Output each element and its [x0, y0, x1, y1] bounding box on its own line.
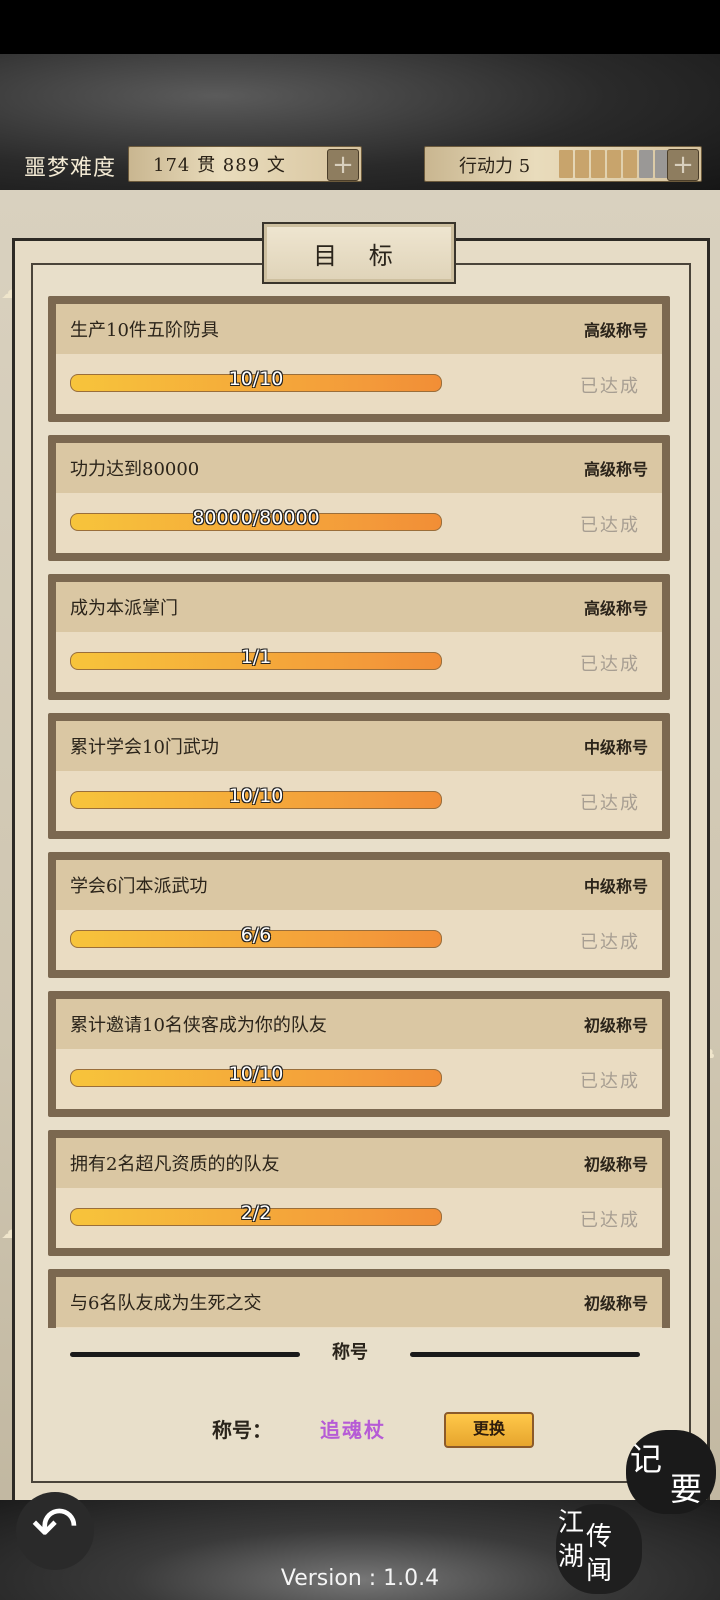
goal-reward-rank: 高级称号: [583, 460, 648, 479]
goal-card: 累计学会10门武功 中级称号 10/10 已达成: [48, 713, 670, 839]
panel-title-plate: 目 标: [262, 222, 456, 284]
goal-card-header: 累计邀请10名侠客成为你的队友 初级称号: [56, 999, 662, 1049]
action-pip: [639, 150, 653, 178]
goal-card-body: 功力达到80000 高级称号 80000/80000 已达成: [56, 443, 662, 553]
action-pip: [591, 150, 605, 178]
plus-icon: +: [332, 150, 354, 180]
goal-reward-rank: 高级称号: [583, 599, 648, 618]
goal-card-header: 功力达到80000 高级称号: [56, 443, 662, 493]
goal-reward-rank: 初级称号: [583, 1155, 648, 1174]
goal-list[interactable]: 生产10件五阶防具 高级称号 10/10 已达成 功力达到80000 高级称号 80000/…: [48, 296, 670, 1328]
back-arrow-icon: ↶: [31, 1495, 79, 1560]
title-label: 称号：: [212, 1418, 272, 1442]
jiyao-button[interactable]: 记 要: [626, 1430, 716, 1514]
current-title-value: 追魂杖: [320, 1418, 386, 1442]
goal-title: 学会6门本派武功: [70, 876, 208, 897]
goal-status: 已达成: [580, 654, 640, 675]
goal-title: 功力达到80000: [70, 459, 200, 480]
goal-reward-rank: 初级称号: [583, 1016, 648, 1035]
goal-card: 成为本派掌门 高级称号 1/1 已达成: [48, 574, 670, 700]
back-button[interactable]: ↶: [16, 1492, 94, 1570]
goal-card-body: 学会6门本派武功 中级称号 6/6 已达成: [56, 860, 662, 970]
goal-title: 与6名队友成为生死之交: [70, 1293, 262, 1314]
money-display: 174 贯 889 文 +: [128, 146, 362, 182]
goal-status: 已达成: [580, 932, 640, 953]
add-money-button[interactable]: +: [327, 149, 359, 181]
goal-progress-text: 2/2: [240, 1202, 272, 1224]
jiyao-char-1: 记: [630, 1440, 663, 1478]
title-section-header: 称号: [70, 1338, 640, 1368]
status-bar-area: [0, 0, 720, 54]
panel-title: 目 标: [313, 242, 405, 270]
current-title-row: 称号： 追魂杖 更换: [0, 1412, 720, 1452]
goal-progress-text: 80000/80000: [192, 507, 320, 529]
goal-status: 已达成: [580, 793, 640, 814]
action-points-display: 行动力 5 +: [424, 146, 702, 182]
change-title-button[interactable]: 更换: [444, 1412, 534, 1448]
goal-reward-rank: 中级称号: [583, 877, 648, 896]
action-pip: [607, 150, 621, 178]
version-text: Version : 1.0.4: [280, 1566, 440, 1591]
title-section-label: 称号: [332, 1342, 368, 1363]
plus-icon: +: [672, 150, 694, 180]
goal-status: 已达成: [580, 1071, 640, 1092]
goal-progress-text: 6/6: [240, 924, 272, 946]
goal-card-body: 与6名队友成为生死之交 初级称号: [56, 1277, 662, 1328]
goal-card: 功力达到80000 高级称号 80000/80000 已达成: [48, 435, 670, 561]
action-points-pips: [559, 150, 671, 178]
goal-title: 拥有2名超凡资质的的队友: [70, 1154, 280, 1175]
goal-status: 已达成: [580, 515, 640, 536]
action-pip: [623, 150, 637, 178]
goal-card-header: 与6名队友成为生死之交 初级称号: [56, 1277, 662, 1327]
goal-card-body: 成为本派掌门 高级称号 1/1 已达成: [56, 582, 662, 692]
goal-card-header: 生产10件五阶防具 高级称号: [56, 304, 662, 354]
goal-card-header: 拥有2名超凡资质的的队友 初级称号: [56, 1138, 662, 1188]
action-pip: [559, 150, 573, 178]
goal-card-body: 累计邀请10名侠客成为你的队友 初级称号 10/10 已达成: [56, 999, 662, 1109]
brush-divider: [70, 1352, 300, 1357]
action-pip: [575, 150, 589, 178]
goal-reward-rank: 初级称号: [583, 1294, 648, 1313]
difficulty-label: 噩梦难度: [24, 156, 117, 181]
goal-card: 累计邀请10名侠客成为你的队友 初级称号 10/10 已达成: [48, 991, 670, 1117]
brush-divider: [410, 1352, 640, 1357]
goal-progress-text: 10/10: [228, 785, 284, 807]
goal-card-body: 拥有2名超凡资质的的队友 初级称号 2/2 已达成: [56, 1138, 662, 1248]
goal-status: 已达成: [580, 376, 640, 397]
action-points-label: 行动力 5: [459, 156, 531, 177]
add-action-button[interactable]: +: [667, 149, 699, 181]
hud-bar: 噩梦难度 174 贯 889 文 + 行动力 5 +: [0, 144, 720, 184]
goal-title: 累计学会10门武功: [70, 737, 219, 758]
goal-card-body: 生产10件五阶防具 高级称号 10/10 已达成: [56, 304, 662, 414]
jiyao-char-2: 要: [670, 1470, 703, 1508]
goal-card: 学会6门本派武功 中级称号 6/6 已达成: [48, 852, 670, 978]
goal-progress-text: 10/10: [228, 1063, 284, 1085]
goal-status: 已达成: [580, 1210, 640, 1231]
goal-card: 拥有2名超凡资质的的队友 初级称号 2/2 已达成: [48, 1130, 670, 1256]
goal-progress-text: 1/1: [240, 646, 272, 668]
goal-progress-text: 10/10: [228, 368, 284, 390]
jianghu-char-1: 江: [558, 1508, 585, 1538]
goal-card-header: 学会6门本派武功 中级称号: [56, 860, 662, 910]
goal-reward-rank: 高级称号: [583, 321, 648, 340]
goal-card-header: 累计学会10门武功 中级称号: [56, 721, 662, 771]
goal-card-header: 成为本派掌门 高级称号: [56, 582, 662, 632]
goal-reward-rank: 中级称号: [583, 738, 648, 757]
money-value: 174 贯 889 文: [153, 155, 286, 176]
goal-card: 生产10件五阶防具 高级称号 10/10 已达成: [48, 296, 670, 422]
goal-title: 成为本派掌门: [70, 598, 178, 619]
goal-card: 与6名队友成为生死之交 初级称号: [48, 1269, 670, 1328]
goal-card-body: 累计学会10门武功 中级称号 10/10 已达成: [56, 721, 662, 831]
goal-title: 累计邀请10名侠客成为你的队友: [70, 1015, 327, 1036]
jianghu-char-3: 传: [586, 1522, 613, 1552]
goal-title: 生产10件五阶防具: [70, 320, 219, 341]
